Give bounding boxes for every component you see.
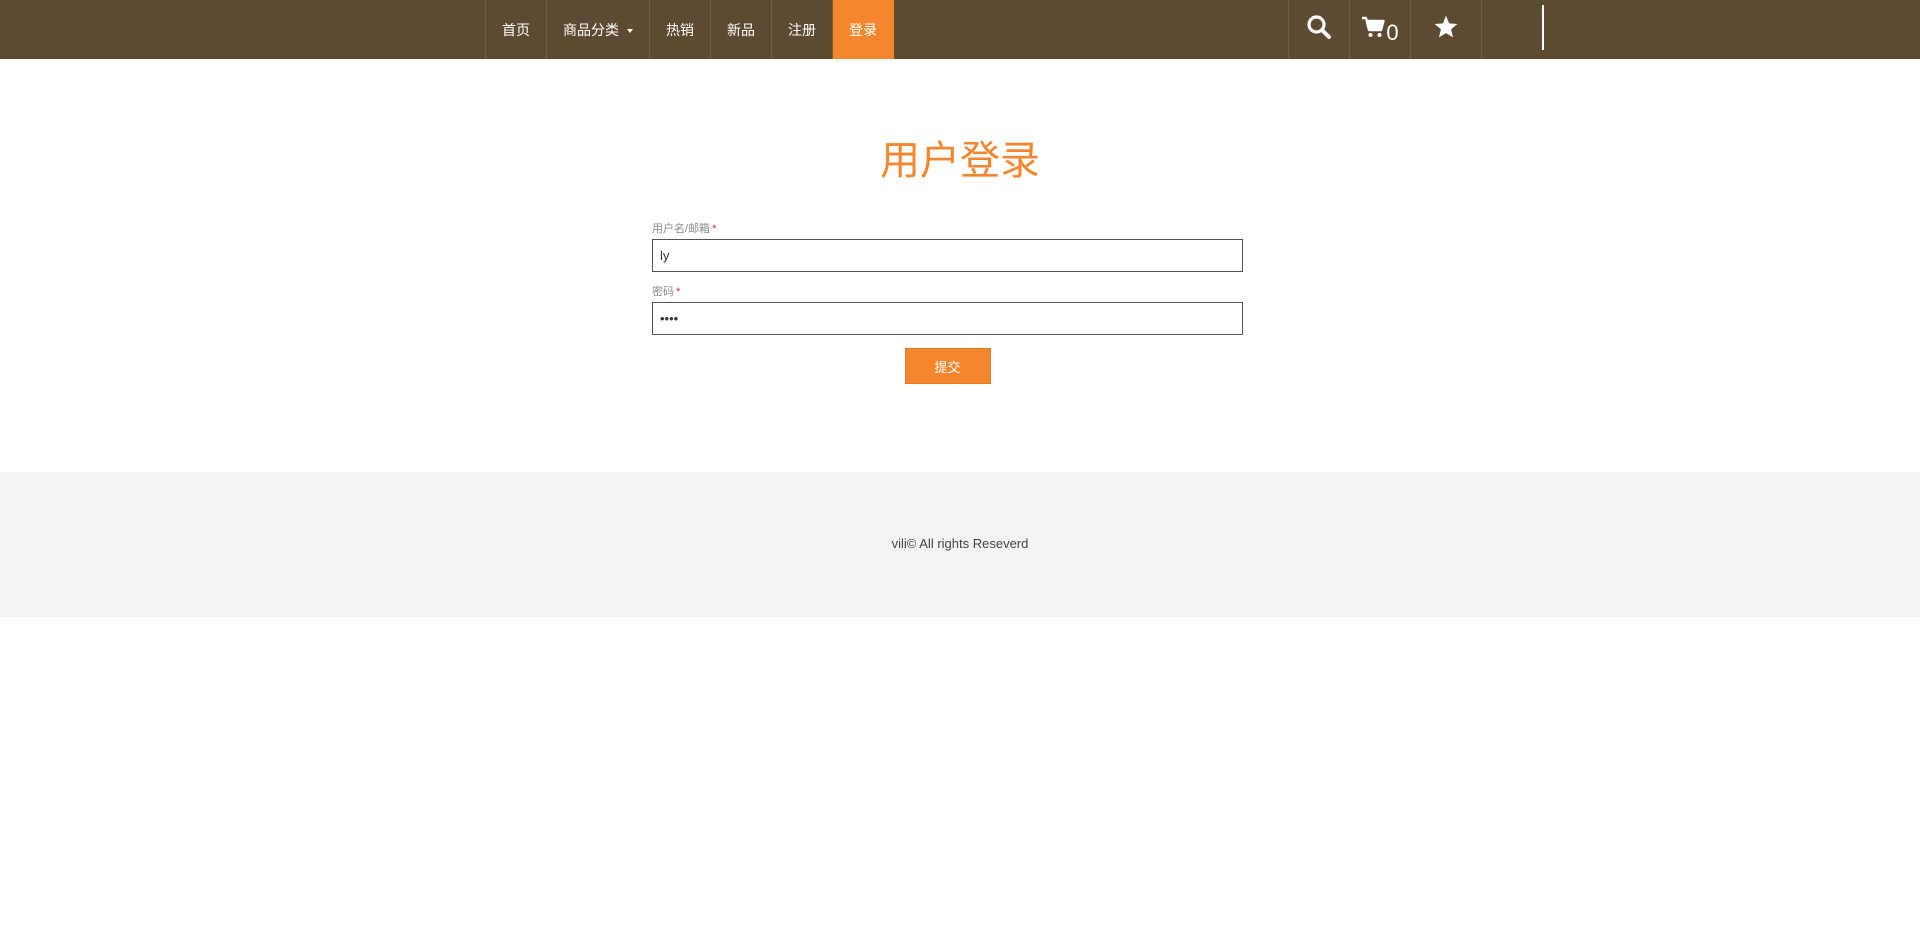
star-icon (1433, 14, 1459, 45)
nav-item-categories[interactable]: 商品分类 (547, 0, 650, 59)
cart-button[interactable]: 0 (1350, 0, 1411, 59)
username-label: 用户名/邮箱 * (652, 222, 1243, 236)
nav-item-label: 首页 (502, 21, 530, 38)
password-label: 密码 * (652, 285, 1243, 299)
caret-down-icon (627, 28, 633, 33)
login-form: 用户名/邮箱* 密码* 提交 (652, 222, 1243, 384)
nav-item-new[interactable]: 新品 (711, 0, 772, 59)
cart-icon (1361, 15, 1386, 44)
cart-count: 0 (1386, 19, 1399, 45)
nav-item-hot[interactable]: 热销 (650, 0, 711, 59)
username-input[interactable] (652, 239, 1243, 272)
nav-item-register[interactable]: 注册 (772, 0, 833, 59)
required-mark: * (676, 286, 681, 298)
nav-item-label: 登录 (849, 21, 877, 38)
required-mark: * (712, 223, 717, 235)
password-input[interactable] (652, 302, 1243, 335)
submit-button[interactable]: 提交 (904, 348, 991, 384)
page-title: 用户登录 (880, 139, 1040, 183)
search-button[interactable] (1289, 0, 1350, 59)
password-label-text: 密码 (652, 286, 674, 298)
header-divider (1542, 5, 1544, 50)
search-icon (1306, 14, 1332, 45)
main-nav: 首页 商品分类 热销 新品 注册 登录 (485, 0, 894, 59)
nav-item-label: 注册 (788, 21, 816, 38)
header-tools: 0 (1288, 0, 1482, 59)
copyright-text: vili© All rights Reseverd (891, 536, 1029, 551)
username-label-text: 用户名/邮箱 (652, 223, 711, 235)
nav-item-home[interactable]: 首页 (486, 0, 547, 59)
favorites-button[interactable] (1411, 0, 1482, 59)
top-navigation-bar: 首页 商品分类 热销 新品 注册 登录 0 (0, 0, 1920, 59)
password-field-group: 密码 * (652, 285, 1243, 335)
submit-row: 提交 (652, 348, 1243, 384)
nav-item-label: 热销 (666, 21, 694, 38)
nav-item-label: 新品 (727, 21, 755, 38)
nav-item-login[interactable]: 登录 (833, 0, 894, 59)
footer: vili© All rights Reseverd (0, 472, 1920, 617)
username-field-group: 用户名/邮箱 * (652, 222, 1243, 272)
nav-item-label: 商品分类 (563, 21, 619, 38)
